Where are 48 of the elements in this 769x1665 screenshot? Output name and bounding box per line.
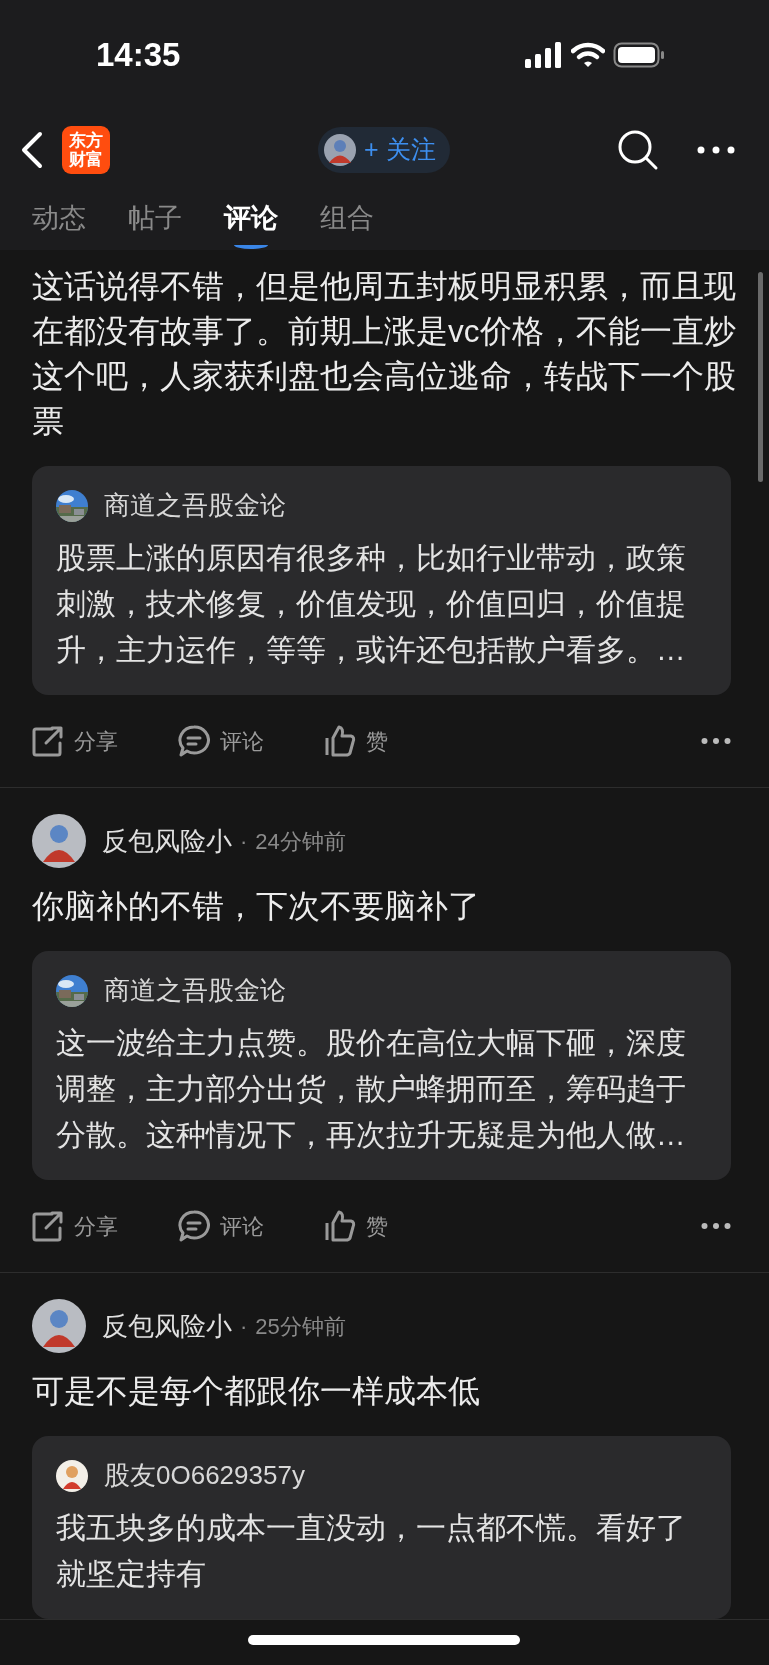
thumbs-up-icon xyxy=(324,1210,356,1242)
tab[interactable]: 帖子 xyxy=(128,189,182,251)
action-button[interactable]: 分享 xyxy=(32,724,118,758)
separator-dot: · xyxy=(240,1312,248,1341)
comment-icon xyxy=(178,1210,210,1242)
quoted-text: 股票上涨的原因有很多种，比如行业带动，政策刺激，技术修复，价值发现，价值回归，价值提升，主力运作，等等，或许还包括散户看多。… xyxy=(56,540,687,668)
share-icon xyxy=(32,1210,64,1242)
action-button[interactable]: 评论 xyxy=(178,724,264,758)
timestamp: 24分钟前 xyxy=(255,827,346,856)
signal-icon xyxy=(525,42,563,68)
author-name[interactable]: 反包风险小 xyxy=(102,1306,232,1346)
search-icon[interactable] xyxy=(617,129,659,171)
share-icon xyxy=(32,725,64,757)
tab[interactable]: 组合 xyxy=(320,189,374,251)
more-icon[interactable] xyxy=(701,1222,731,1230)
comment-text: 你脑补的不错，下次不要脑补了 xyxy=(32,887,481,926)
app-logo[interactable]: 东方 财富 xyxy=(62,126,110,174)
more-icon[interactable] xyxy=(697,146,735,154)
author-name[interactable]: 反包风险小 xyxy=(102,821,232,861)
more-icon[interactable] xyxy=(701,737,731,745)
follow-button[interactable]: + 关注 xyxy=(318,127,450,173)
avatar-icon xyxy=(324,134,356,166)
action-button[interactable]: 评论 xyxy=(178,1209,264,1243)
thumbs-up-icon xyxy=(324,725,356,757)
clock: 14:35 xyxy=(96,35,181,76)
quoted-post[interactable]: 商道之吾股金论 股票上涨的原因有很多种，比如行业带动，政策刺激，技术修复，价值发现，价值回归，价值提升，主力运作，等等，或许还包括散户看多。… xyxy=(32,466,731,695)
quoted-post[interactable]: 商道之吾股金论 这一波给主力点赞。股价在高位大幅下砸，深度调整，主力部分出货，散户蜂拥而至，筹码趋于分散。这种情况下，再次拉升无疑是为他人做… xyxy=(32,951,731,1180)
quoted-author: 商道之吾股金论 xyxy=(104,489,286,522)
quoted-author: 股友0O6629357y xyxy=(104,1459,305,1492)
quoted-text: 这一波给主力点赞。股价在高位大幅下砸，深度调整，主力部分出货，散户蜂拥而至，筹码趋于分散。这种情况下，再次拉升无疑是为他人做… xyxy=(56,1025,687,1153)
quoted-post[interactable]: 股友0O6629357y 我五块多的成本一直没动，一点都不慌。看好了就坚定持有 xyxy=(32,1436,731,1619)
tab[interactable]: 评论 xyxy=(224,189,278,251)
action-button[interactable]: 分享 xyxy=(32,1209,118,1243)
separator-dot: · xyxy=(240,827,248,856)
wifi-icon xyxy=(571,42,605,68)
timestamp: 25分钟前 xyxy=(255,1312,346,1341)
action-button[interactable]: 赞 xyxy=(324,724,388,758)
avatar-icon xyxy=(32,1299,86,1353)
avatar-icon xyxy=(32,814,86,868)
comment-icon xyxy=(178,725,210,757)
comment-text: 可是不是每个都跟你一样成本低 xyxy=(32,1372,481,1411)
battery-icon xyxy=(613,42,665,68)
quoted-text: 我五块多的成本一直没动，一点都不慌。看好了就坚定持有 xyxy=(56,1510,687,1592)
comment-text: 这话说得不错，但是他周五封板明显积累，而且现在都没有故事了。前期上涨是vc价格，不能一直炒这个吧，人家获利盘也会高位逃命，转战下一个股票 xyxy=(32,267,737,441)
avatar-icon xyxy=(56,1459,88,1492)
tab[interactable]: 动态 xyxy=(32,189,86,251)
action-button[interactable]: 赞 xyxy=(324,1209,388,1243)
quoted-author: 商道之吾股金论 xyxy=(104,974,286,1007)
